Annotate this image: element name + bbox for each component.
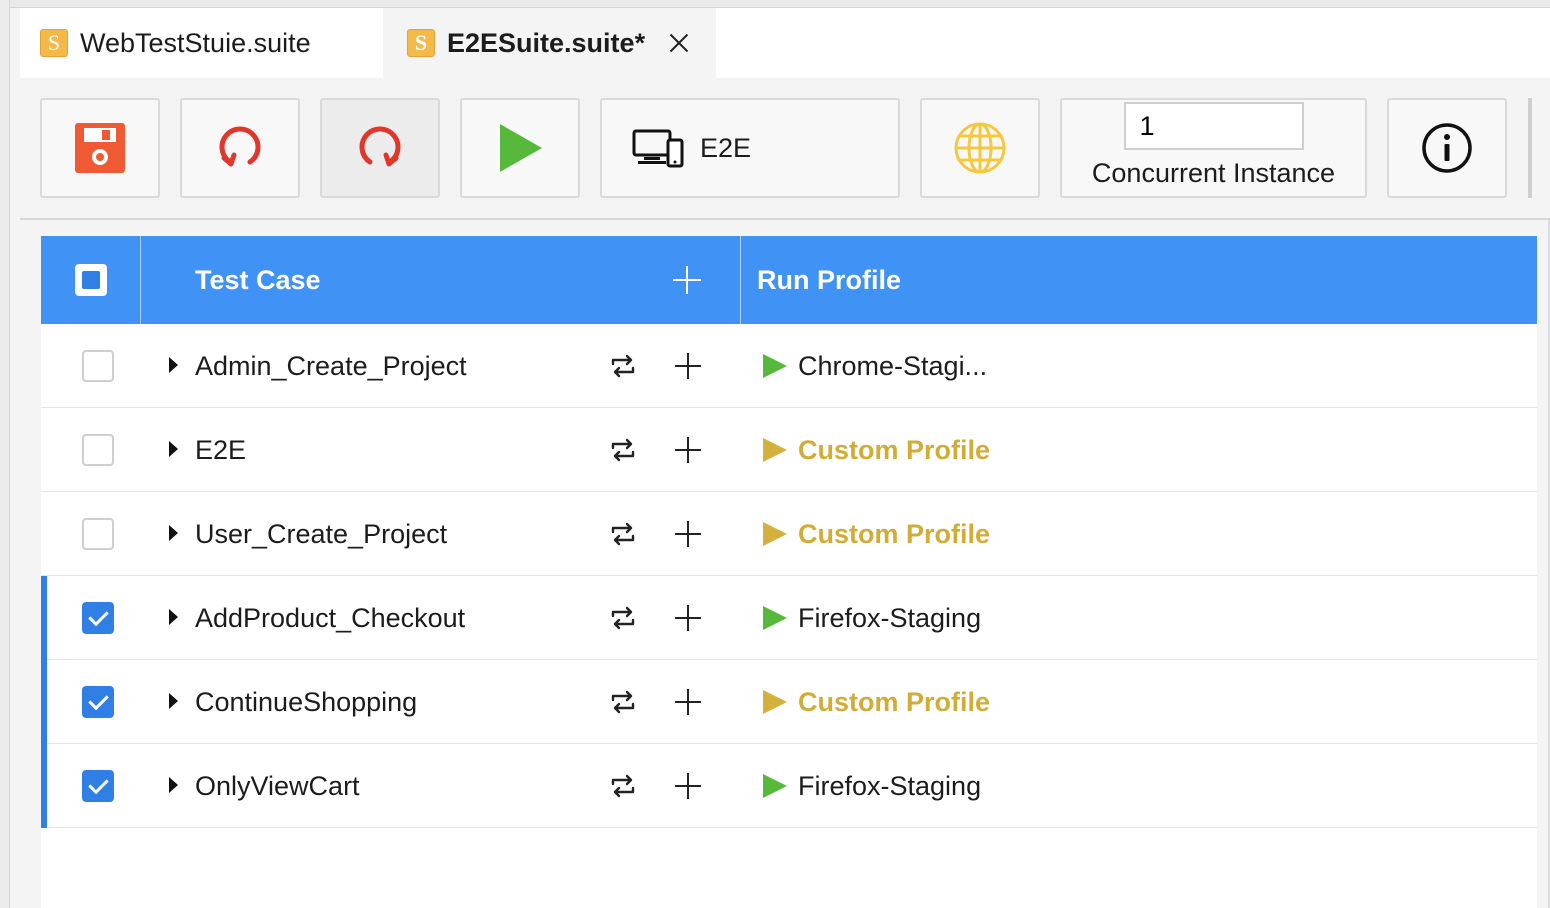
- run-profile-value[interactable]: Custom Profile: [798, 660, 990, 744]
- toolbar-separator: [1528, 98, 1532, 198]
- run-profile-value[interactable]: Firefox-Staging: [798, 744, 981, 828]
- tab-bar-empty-area: [716, 8, 1550, 78]
- row-checkbox[interactable]: [82, 350, 114, 382]
- run-profile-value[interactable]: Custom Profile: [798, 492, 990, 576]
- run-profile-value[interactable]: Custom Profile: [798, 408, 990, 492]
- suite-icon: S: [407, 29, 435, 57]
- repeat-icon[interactable]: [609, 520, 637, 548]
- row-checkbox[interactable]: [82, 770, 114, 802]
- row-checkbox[interactable]: [82, 602, 114, 634]
- editor-tab-bar: S WebTestStuie.suite S E2ESuite.suite*: [20, 8, 1550, 78]
- expand-caret-icon[interactable]: [169, 357, 178, 373]
- run-profile-value[interactable]: Firefox-Staging: [798, 576, 981, 660]
- repeat-icon[interactable]: [609, 688, 637, 716]
- expand-caret-icon[interactable]: [169, 693, 178, 709]
- tab-label: E2ESuite.suite*: [447, 27, 646, 58]
- table-row[interactable]: AddProduct_Checkout Firefox-Staging: [41, 576, 1537, 660]
- globe-icon: [954, 122, 1006, 174]
- table-row[interactable]: E2E Custom Profile: [41, 408, 1537, 492]
- select-all-checkbox[interactable]: [74, 264, 107, 296]
- tab-e2esuite-suite[interactable]: S E2ESuite.suite*: [383, 8, 716, 78]
- save-icon: [75, 123, 125, 173]
- partial-check-indicator: [81, 271, 100, 289]
- add-icon[interactable]: [675, 689, 701, 715]
- table-row[interactable]: User_Create_Project Custom Profile: [41, 492, 1537, 576]
- expand-caret-icon[interactable]: [169, 609, 178, 625]
- test-case-name: OnlyViewCart: [195, 770, 360, 801]
- column-divider: [740, 236, 741, 324]
- add-icon[interactable]: [675, 521, 701, 547]
- suite-icon: S: [40, 29, 68, 57]
- row-checkbox[interactable]: [82, 434, 114, 466]
- repeat-icon[interactable]: [609, 604, 637, 632]
- column-header-test-case[interactable]: Test Case: [195, 236, 321, 324]
- concurrent-instance-input[interactable]: [1123, 102, 1304, 150]
- column-header-run-profile[interactable]: Run Profile: [757, 236, 901, 324]
- tab-webteststuie-suite[interactable]: S WebTestStuie.suite: [20, 8, 383, 78]
- add-icon[interactable]: [675, 605, 701, 631]
- play-profile-icon: [763, 606, 787, 630]
- test-case-name: AddProduct_Checkout: [195, 602, 466, 633]
- run-button[interactable]: [460, 98, 580, 198]
- add-test-case-icon[interactable]: [673, 266, 701, 294]
- expand-caret-icon[interactable]: [169, 441, 178, 457]
- reload-icon: [219, 126, 261, 167]
- expand-caret-icon[interactable]: [169, 525, 178, 541]
- repeat-icon[interactable]: [609, 772, 637, 800]
- devices-icon: [632, 129, 684, 168]
- reload-button[interactable]: [180, 98, 300, 198]
- info-button[interactable]: [1387, 98, 1507, 198]
- concurrent-instance-control: Concurrent Instance: [1060, 98, 1367, 198]
- suite-toolbar: E2E Concurrent Instance: [20, 78, 1550, 220]
- repeat-icon[interactable]: [609, 436, 637, 464]
- table-row[interactable]: Admin_Create_Project Chrome-Stagi...: [41, 324, 1537, 408]
- environment-selector[interactable]: E2E: [600, 98, 900, 198]
- add-icon[interactable]: [675, 437, 701, 463]
- repeat-icon[interactable]: [609, 352, 637, 380]
- run-icon: [500, 124, 542, 172]
- tab-label: WebTestStuie.suite: [80, 27, 311, 58]
- window-top-border: [0, 0, 1550, 8]
- select-all-cell: [41, 236, 141, 324]
- play-profile-icon: [763, 522, 787, 546]
- info-icon: [1422, 123, 1472, 173]
- row-checkbox[interactable]: [82, 686, 114, 718]
- concurrent-instance-label: Concurrent Instance: [1091, 158, 1336, 188]
- refresh-icon: [359, 126, 401, 167]
- test-case-name: Admin_Create_Project: [195, 350, 467, 381]
- test-case-name: ContinueShopping: [195, 686, 418, 717]
- test-case-table: Test Case Run Profile Admin_Create_Proje…: [41, 236, 1537, 908]
- play-profile-icon: [763, 690, 787, 714]
- expand-caret-icon[interactable]: [169, 777, 178, 793]
- play-profile-icon: [763, 438, 787, 462]
- row-checkbox[interactable]: [82, 518, 114, 550]
- table-row[interactable]: ContinueShopping Custom Profile: [41, 660, 1537, 744]
- close-icon[interactable]: [667, 31, 691, 55]
- play-profile-icon: [763, 354, 787, 378]
- add-icon[interactable]: [675, 773, 701, 799]
- refresh-button[interactable]: [320, 98, 440, 198]
- add-icon[interactable]: [675, 353, 701, 379]
- table-row[interactable]: OnlyViewCart Firefox-Staging: [41, 744, 1537, 828]
- test-case-name: User_Create_Project: [195, 518, 448, 549]
- table-header: Test Case Run Profile: [41, 236, 1537, 324]
- left-panel-edge: [0, 0, 10, 908]
- browser-globe-button[interactable]: [920, 98, 1040, 198]
- play-profile-icon: [763, 774, 787, 798]
- save-button[interactable]: [40, 98, 160, 198]
- run-profile-value[interactable]: Chrome-Stagi...: [798, 324, 987, 408]
- test-case-name: E2E: [195, 434, 247, 465]
- environment-label: E2E: [700, 132, 752, 163]
